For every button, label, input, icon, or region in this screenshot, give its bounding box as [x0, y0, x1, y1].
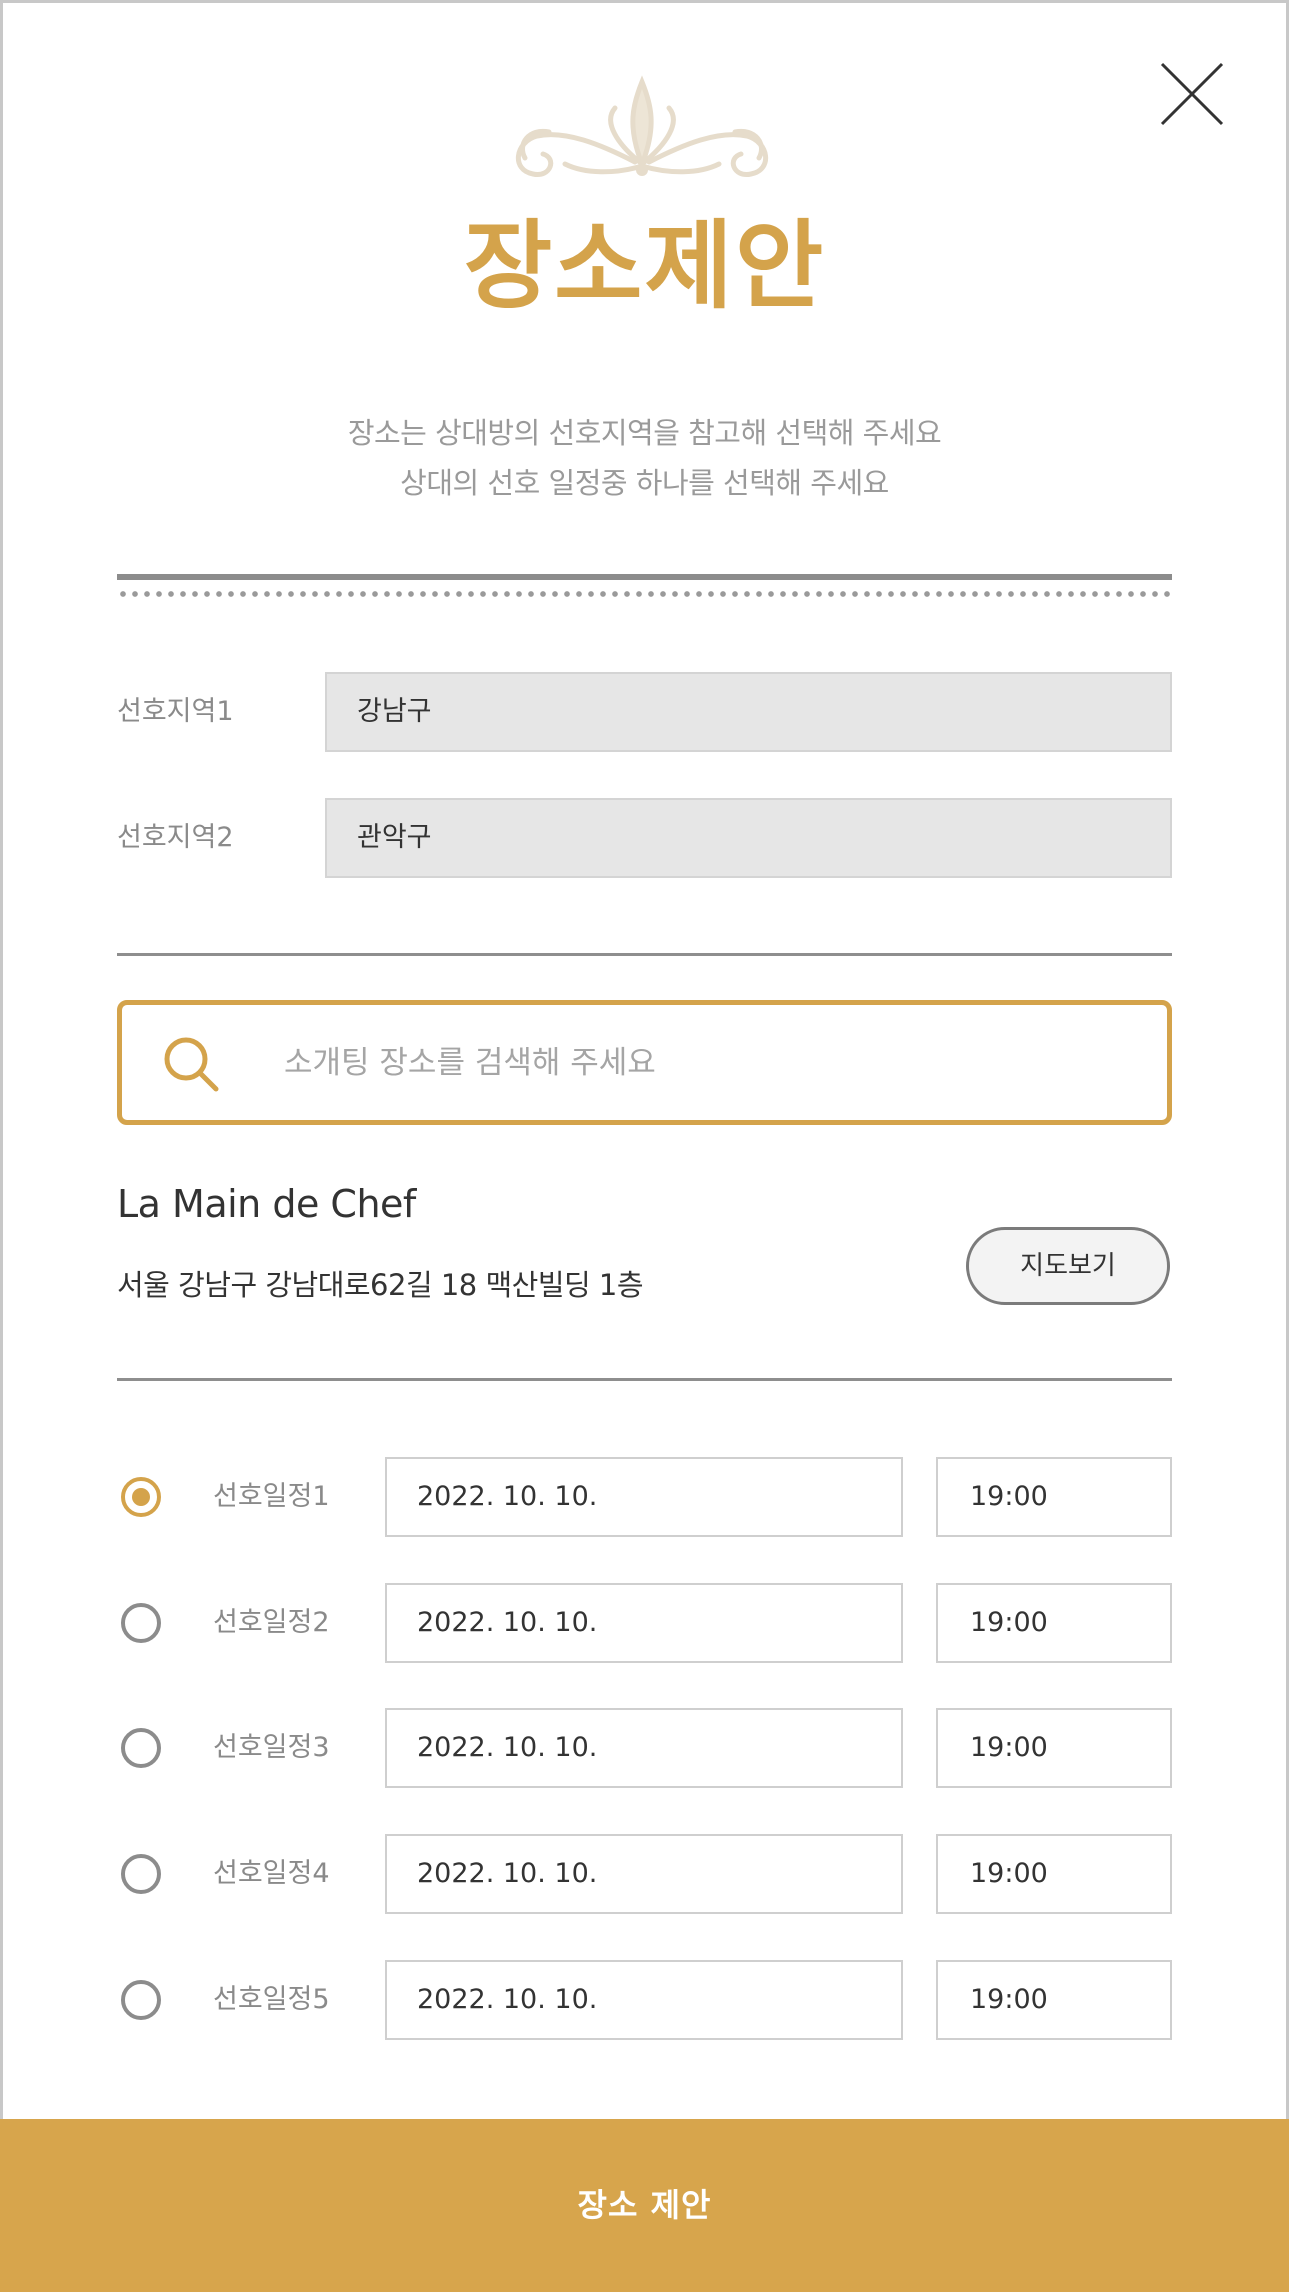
- preferred-region-value: 관악구: [325, 798, 1172, 878]
- schedule-row-4: 선호일정4 2022. 10. 10. 19:00: [117, 1834, 1172, 1914]
- page-subtitle: 장소는 상대방의 선호지역을 참고해 선택해 주세요 상대의 선호 일정중 하나…: [0, 408, 1289, 508]
- schedule-radio-4[interactable]: [121, 1854, 161, 1894]
- schedule-radio-5[interactable]: [121, 1980, 161, 2020]
- close-icon: [1160, 62, 1224, 126]
- place-search-input[interactable]: [284, 1005, 1144, 1120]
- close-button[interactable]: [1160, 62, 1224, 126]
- schedule-row-5: 선호일정5 2022. 10. 10. 19:00: [117, 1960, 1172, 2040]
- schedule-label: 선호일정3: [213, 1732, 330, 1763]
- schedule-radio-3[interactable]: [121, 1728, 161, 1768]
- schedule-time-field[interactable]: 19:00: [936, 1834, 1172, 1914]
- search-icon[interactable]: [162, 1035, 222, 1095]
- subtitle-line-1: 장소는 상대방의 선호지역을 참고해 선택해 주세요: [347, 416, 942, 450]
- schedule-time-field[interactable]: 19:00: [936, 1960, 1172, 2040]
- place-address: 서울 강남구 강남대로62길 18 맥산빌딩 1층: [117, 1268, 644, 1302]
- divider-line: [117, 1378, 1172, 1381]
- schedule-label: 선호일정4: [213, 1858, 330, 1889]
- schedule-time-field[interactable]: 19:00: [936, 1583, 1172, 1663]
- section-divider-solid: [117, 574, 1172, 580]
- subtitle-line-2: 상대의 선호 일정중 하나를 선택해 주세요: [400, 466, 889, 500]
- schedule-row-3: 선호일정3 2022. 10. 10. 19:00: [117, 1708, 1172, 1788]
- schedule-radio-2[interactable]: [121, 1603, 161, 1643]
- schedule-row-1: 선호일정1 2022. 10. 10. 19:00: [117, 1457, 1172, 1537]
- page-title: 장소제안: [463, 209, 826, 322]
- schedule-row-2: 선호일정2 2022. 10. 10. 19:00: [117, 1583, 1172, 1663]
- modal-frame: [0, 0, 1289, 2292]
- schedule-date-field[interactable]: 2022. 10. 10.: [385, 1960, 903, 2040]
- propose-place-button[interactable]: 장소 제안: [0, 2119, 1289, 2292]
- place-search-box: [117, 1000, 1172, 1125]
- schedule-date-field[interactable]: 2022. 10. 10.: [385, 1708, 903, 1788]
- place-name: La Main de Chef: [117, 1182, 416, 1226]
- section-divider-dots: [117, 590, 1172, 598]
- schedule-radio-1[interactable]: [121, 1477, 161, 1517]
- preferred-region-row-2: 선호지역2 관악구: [117, 798, 1172, 878]
- ornament-flourish-icon: [515, 75, 769, 177]
- schedule-label: 선호일정2: [213, 1607, 330, 1638]
- schedule-date-field[interactable]: 2022. 10. 10.: [385, 1583, 903, 1663]
- divider-line: [117, 953, 1172, 956]
- view-map-button[interactable]: 지도보기: [966, 1227, 1170, 1305]
- schedule-label: 선호일정5: [213, 1984, 330, 2015]
- schedule-label: 선호일정1: [213, 1481, 330, 1512]
- preferred-region-row-1: 선호지역1 강남구: [117, 672, 1172, 752]
- schedule-time-field[interactable]: 19:00: [936, 1708, 1172, 1788]
- schedule-time-field[interactable]: 19:00: [936, 1457, 1172, 1537]
- schedule-date-field[interactable]: 2022. 10. 10.: [385, 1457, 903, 1537]
- preferred-region-label: 선호지역2: [117, 822, 234, 853]
- schedule-date-field[interactable]: 2022. 10. 10.: [385, 1834, 903, 1914]
- preferred-region-value: 강남구: [325, 672, 1172, 752]
- preferred-region-label: 선호지역1: [117, 696, 234, 727]
